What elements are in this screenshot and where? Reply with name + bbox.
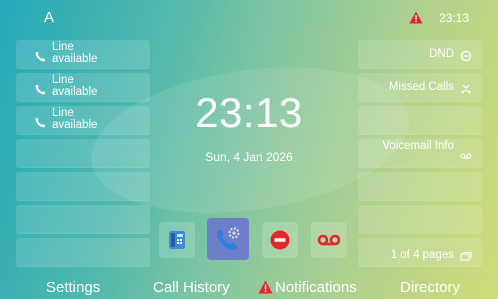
directory-app-button[interactable]: [159, 222, 195, 258]
voicemail-app-button[interactable]: [311, 222, 347, 258]
alert-icon[interactable]: [409, 11, 423, 24]
dnd-label: DND: [429, 48, 454, 60]
empty-function-key[interactable]: [358, 205, 482, 234]
voicemail-icon: [317, 234, 341, 246]
notifications-label: Notifications: [275, 279, 357, 296]
softkey-bar: Settings Call History Notifications Dire…: [0, 278, 498, 299]
phone-icon: [35, 49, 46, 62]
no-entry-icon: [270, 230, 290, 250]
directory-softkey[interactable]: Directory: [400, 279, 460, 296]
status-time: 23:13: [439, 11, 470, 25]
line-key-1[interactable]: Line available: [16, 40, 150, 69]
dnd-icon: [460, 49, 472, 62]
notifications-softkey[interactable]: Notifications: [258, 279, 357, 296]
call-settings-app-button[interactable]: [207, 218, 249, 260]
dnd-key[interactable]: DND: [358, 40, 482, 69]
alert-icon: [258, 280, 273, 294]
empty-function-key[interactable]: [358, 172, 482, 201]
page-indicator-key[interactable]: 1 of 4 pages: [358, 238, 482, 267]
empty-line-key[interactable]: [16, 238, 150, 267]
settings-softkey[interactable]: Settings: [46, 279, 100, 296]
page-indicator-label: 1 of 4 pages: [390, 249, 454, 261]
clock-date: Sun, 4 Jan 2026: [205, 150, 293, 164]
line-key-label: Line available: [52, 41, 98, 65]
empty-line-key[interactable]: [16, 172, 150, 201]
desk-phone-icon: [169, 231, 185, 249]
status-bar: A 23:13: [0, 0, 498, 36]
phone-gear-icon: [216, 227, 240, 251]
call-history-softkey[interactable]: Call History: [153, 279, 230, 296]
account-label: A: [44, 9, 55, 26]
pages-icon: [460, 250, 472, 262]
clock-time: 23:13: [195, 89, 303, 136]
dnd-app-button[interactable]: [262, 222, 298, 258]
empty-line-key[interactable]: [16, 205, 150, 234]
